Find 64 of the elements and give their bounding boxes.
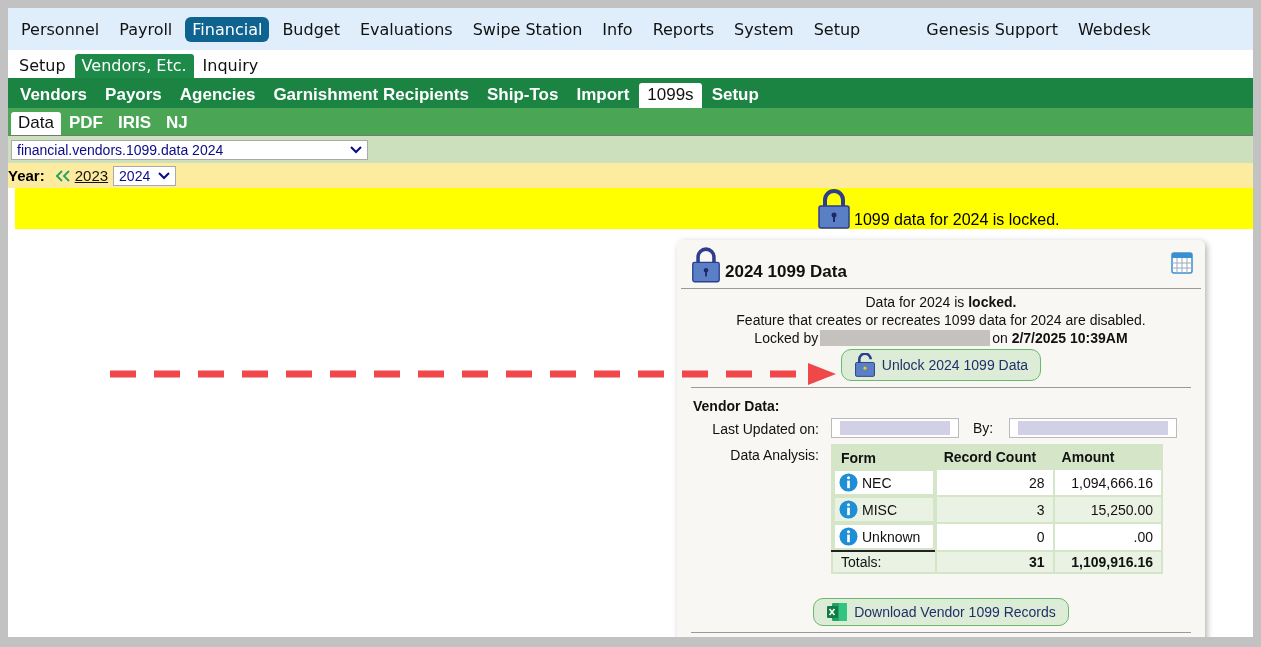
table-cell: Totals: [832, 551, 936, 573]
last-updated-label: Last Updated on: [711, 420, 819, 439]
panel-title: 2024 1099 Data [725, 262, 847, 282]
column-header: Amount [1053, 445, 1162, 469]
banner-text: 1099 data for 2024 is locked. [854, 210, 1060, 229]
menu-tab[interactable]: Setup [806, 16, 868, 42]
info-icon[interactable] [839, 527, 858, 546]
table-cell: 28 [935, 469, 1054, 496]
by-label: By: [973, 420, 994, 436]
chevron-down-icon [350, 145, 362, 154]
section-tab[interactable]: Setup [703, 83, 767, 108]
submenu-tab[interactable]: Inquiry [195, 54, 266, 78]
menu-tab[interactable]: Reports [645, 16, 721, 42]
chevron-down-icon [158, 171, 171, 180]
section-tab[interactable]: Garnishment Recipients [265, 83, 477, 108]
menu-tab[interactable]: Info [595, 16, 640, 42]
table-cell: 3 [935, 496, 1054, 523]
locked-by-label: Locked by [754, 329, 819, 347]
menu-link[interactable]: Genesis Support [919, 16, 1065, 42]
unlock-button[interactable]: Unlock 2024 1099 Data [840, 349, 1042, 381]
table-cell: .00 [1053, 523, 1162, 551]
table-cell: 0 [935, 523, 1054, 551]
previous-year-link[interactable]: 2023 [74, 167, 109, 184]
year-label: Year: [8, 167, 45, 184]
form-name: MISC [862, 501, 897, 518]
section-tab[interactable]: Payors [97, 83, 170, 108]
locked-date: on 2/7/2025 10:39AM [992, 329, 1128, 347]
submenu-tab[interactable]: Vendors, Etc. [74, 54, 194, 78]
menu-link[interactable]: Webdesk [1070, 16, 1158, 42]
page-tab[interactable]: Data [11, 112, 61, 135]
table-cell: 1,094,666.16 [1053, 469, 1162, 496]
section-tab[interactable]: Agencies [171, 83, 264, 108]
double-chevron-left-icon[interactable] [55, 169, 70, 182]
note-text: Feature that creates or recreates 1099 data for 2024 are disabled. [736, 311, 1146, 329]
table-cell: 15,250.00 [1053, 496, 1162, 523]
menu-tab[interactable]: Budget [275, 16, 347, 42]
lock-icon [691, 246, 721, 284]
calendar-icon[interactable] [1171, 252, 1193, 274]
section-tab[interactable]: 1099s [639, 83, 702, 108]
menu-tab[interactable]: Payroll [112, 16, 180, 42]
year-dropdown[interactable]: 2024 [113, 165, 177, 186]
menu-tab[interactable]: System [727, 16, 801, 42]
page-dropdown[interactable]: financial.vendors.1099.data 2024 [11, 139, 368, 160]
section-tab[interactable]: Vendors [12, 83, 96, 108]
vendor-data-heading: Vendor Data: [692, 397, 781, 416]
data-analysis-label: Data Analysis: [729, 446, 819, 465]
menu-tab[interactable]: Financial [185, 16, 270, 42]
status-text: Data for 2024 is locked. [865, 293, 1017, 311]
menu-tab[interactable]: Evaluations [352, 16, 460, 42]
info-icon[interactable] [839, 500, 858, 519]
spreadsheet-icon [826, 602, 849, 622]
section-tab[interactable]: Ship-Tos [478, 83, 567, 108]
section-tab[interactable]: Import [568, 83, 638, 108]
submenu-tab[interactable]: Setup [12, 54, 73, 78]
lock-icon [817, 188, 851, 229]
column-header: Record Count [935, 445, 1054, 469]
download-button[interactable]: Download Vendor 1099 Records [813, 598, 1069, 626]
menu-tab[interactable]: Personnel [14, 16, 107, 42]
column-header: Form [832, 445, 936, 469]
unlocked-padlock-icon [853, 353, 876, 377]
menu-tab[interactable]: Swipe Station [465, 16, 590, 42]
form-name: NEC [862, 474, 892, 491]
form-name: Unknown [862, 528, 921, 545]
info-icon[interactable] [839, 473, 858, 492]
